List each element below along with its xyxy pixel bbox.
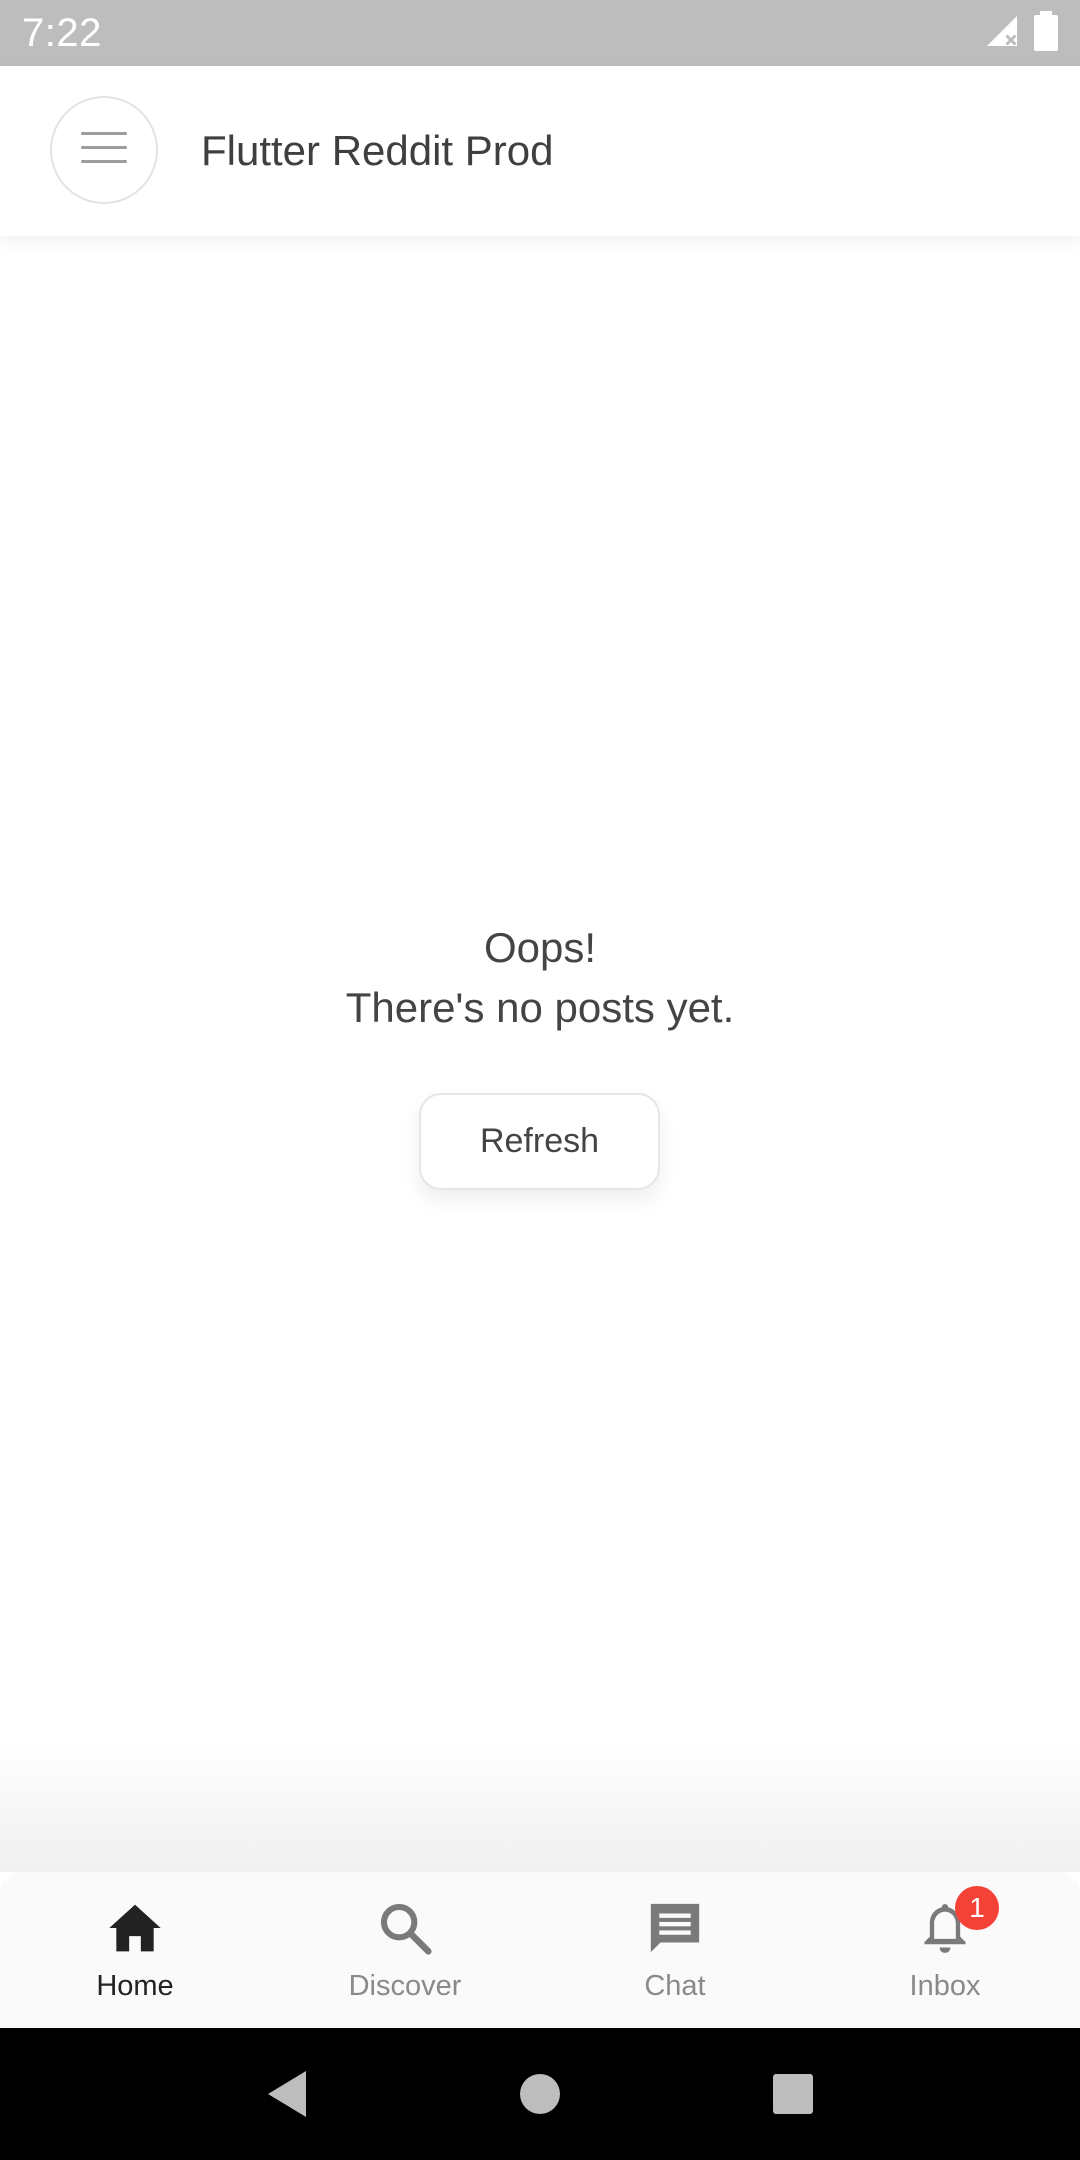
app-bar: Flutter Reddit Prod — [0, 66, 1080, 236]
nav-label-inbox: Inbox — [909, 1970, 981, 2002]
empty-title: Oops! — [483, 924, 597, 971]
inbox-badge: 1 — [955, 1886, 999, 1930]
home-circle-icon[interactable] — [505, 2059, 575, 2129]
menu-button[interactable] — [50, 96, 158, 204]
bell-icon: 1 — [913, 1886, 999, 1960]
nav-label-discover: Discover — [348, 1970, 462, 2002]
bottom-fade — [0, 1740, 1080, 1872]
status-icons — [984, 10, 1058, 56]
recents-square-icon[interactable] — [758, 2059, 828, 2129]
signal-off-icon — [984, 13, 1020, 54]
nav-label-chat: Chat — [644, 1970, 706, 2002]
nav-item-chat[interactable]: Chat — [540, 1872, 810, 2028]
app-title: Flutter Reddit Prod — [201, 127, 554, 174]
nav-label-home: Home — [96, 1970, 174, 2002]
home-icon — [103, 1896, 167, 1960]
hamburger-menu-icon — [81, 130, 127, 171]
search-icon — [373, 1896, 437, 1960]
nav-item-home[interactable]: Home — [0, 1872, 270, 2028]
chat-icon — [643, 1896, 707, 1960]
status-time: 7:22 — [22, 10, 102, 55]
back-icon[interactable] — [252, 2059, 322, 2129]
battery-icon — [1034, 10, 1058, 56]
refresh-button[interactable]: Refresh — [419, 1093, 660, 1190]
empty-state: Oops! There's no posts yet. — [0, 918, 1080, 1038]
nav-item-discover[interactable]: Discover — [270, 1872, 540, 2028]
status-bar: 7:22 — [0, 0, 1080, 66]
nav-item-inbox[interactable]: 1 Inbox — [810, 1872, 1080, 2028]
bottom-nav: Home Discover Chat 1 Inbox — [0, 1872, 1080, 2028]
system-nav-bar — [0, 2028, 1080, 2160]
empty-message: There's no posts yet. — [345, 984, 735, 1031]
